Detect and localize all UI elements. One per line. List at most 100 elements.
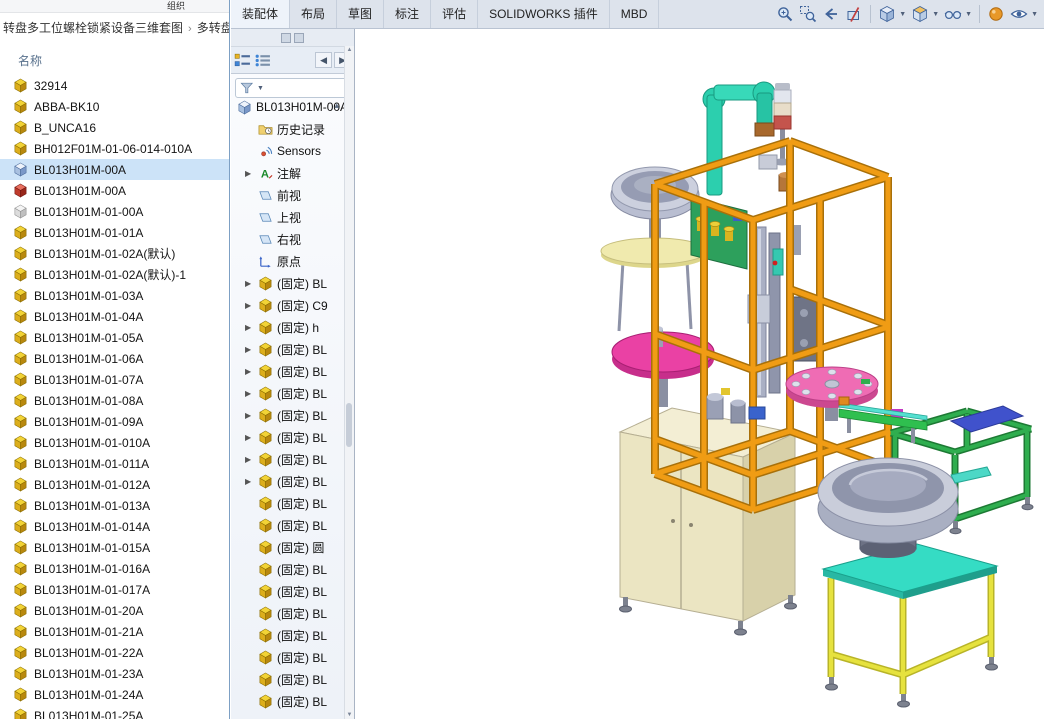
commandmanager-tab[interactable]: 布局 [290, 0, 337, 28]
feature-tree-item[interactable]: 右视 [231, 228, 345, 250]
organize-menu[interactable]: 组织 [167, 0, 185, 12]
scroll-up-icon[interactable]: ▲ [345, 47, 354, 53]
feature-tree-item[interactable]: ▶ (固定) BL [231, 448, 345, 470]
expand-arrow-icon[interactable]: ▶ [245, 169, 258, 178]
file-list-item[interactable]: BL013H01M-01-015A [0, 537, 229, 558]
expand-arrow-icon[interactable]: ▶ [245, 389, 258, 398]
expand-arrow-icon[interactable]: ▶ [245, 345, 258, 354]
feature-tree-item[interactable]: ▶ (固定) BL [231, 470, 345, 492]
commandmanager-tab[interactable]: SOLIDWORKS 插件 [478, 0, 610, 28]
file-list-item[interactable]: BL013H01M-00A [0, 180, 229, 201]
file-list-item[interactable]: BL013H01M-01-25A [0, 705, 229, 719]
file-list-item[interactable]: BH012F01M-01-06-014-010A [0, 138, 229, 159]
commandmanager-tab[interactable]: 标注 [384, 0, 431, 28]
file-list-item[interactable]: BL013H01M-01-22A [0, 642, 229, 663]
expand-arrow-icon[interactable]: ▶ [245, 411, 258, 420]
feature-tree-item[interactable]: (固定) BL [231, 580, 345, 602]
feature-tree-root[interactable]: BL013H01M-00A ▴ [231, 96, 345, 118]
previous-view-icon[interactable] [822, 5, 840, 23]
file-list-item[interactable]: BL013H01M-00A [0, 159, 229, 180]
feature-tree-item[interactable]: 上视 [231, 206, 345, 228]
feature-tree-item[interactable]: (固定) BL [231, 624, 345, 646]
file-list-item[interactable]: BL013H01M-01-016A [0, 558, 229, 579]
file-list-item[interactable]: BL013H01M-01-014A [0, 516, 229, 537]
feature-tree-item[interactable]: (固定) BL [231, 646, 345, 668]
feature-tree-item[interactable]: (固定) BL [231, 668, 345, 690]
feature-tree-item[interactable]: ▶ (固定) BL [231, 360, 345, 382]
feature-tree-item[interactable]: (固定) BL [231, 558, 345, 580]
feature-tree-item[interactable]: 原点 [231, 250, 345, 272]
feature-tree-item[interactable]: ▶ (固定) BL [231, 338, 345, 360]
commandmanager-tab[interactable]: 草图 [337, 0, 384, 28]
dropdown-arrow-icon[interactable]: ▼ [257, 85, 264, 92]
feature-tree-item[interactable]: (固定) 圆 [231, 536, 345, 558]
expand-arrow-icon[interactable]: ▶ [245, 433, 258, 442]
file-list-item[interactable]: ABBA-BK10 [0, 96, 229, 117]
display-style-icon[interactable] [911, 5, 929, 23]
file-list-item[interactable]: BL013H01M-01-09A [0, 411, 229, 432]
expand-arrow-icon[interactable]: ▶ [245, 279, 258, 288]
feature-tree-item[interactable]: ▶ (固定) BL [231, 272, 345, 294]
dropdown-arrow-icon[interactable]: ▼ [965, 11, 972, 18]
edit-appearance-icon[interactable] [987, 5, 1005, 23]
file-list-item[interactable]: BL013H01M-01-02A(默认) [0, 243, 229, 264]
dropdown-arrow-icon[interactable]: ▼ [1031, 11, 1038, 18]
view-orientation-icon[interactable] [878, 5, 896, 23]
feature-tree-item[interactable]: ▶ (固定) C9 [231, 294, 345, 316]
file-list-item[interactable]: 32914 [0, 75, 229, 96]
file-list-item[interactable]: BL013H01M-01-06A [0, 348, 229, 369]
graphics-viewport[interactable] [355, 29, 1044, 719]
toolbar-handle-icon[interactable] [281, 33, 291, 43]
tab-scroll-left-icon[interactable]: ◀ [315, 52, 332, 68]
large-bowl-feeder[interactable] [818, 458, 991, 543]
zoom-area-icon[interactable] [799, 5, 817, 23]
pneumatic-pipe[interactable] [703, 82, 775, 195]
collapse-chevron-icon[interactable]: ▴ [334, 100, 339, 111]
dropdown-arrow-icon[interactable]: ▼ [899, 11, 906, 18]
toolbar-handle-icon[interactable] [294, 33, 304, 43]
file-list-item[interactable]: BL013H01M-01-23A [0, 663, 229, 684]
hide-show-icon[interactable] [944, 5, 962, 23]
file-list-item[interactable]: BL013H01M-01-011A [0, 453, 229, 474]
feature-tree-item[interactable]: (固定) BL [231, 492, 345, 514]
breadcrumb-folder[interactable]: 转盘多工位螺栓锁紧设备三维套图 [3, 21, 183, 35]
file-list-item[interactable]: BL013H01M-01-017A [0, 579, 229, 600]
feature-tree-item[interactable]: 前视 [231, 184, 345, 206]
file-list-item[interactable]: BL013H01M-01-24A [0, 684, 229, 705]
scrollbar-thumb[interactable] [346, 403, 352, 447]
file-list-item[interactable]: B_UNCA16 [0, 117, 229, 138]
expand-arrow-icon[interactable]: ▶ [245, 477, 258, 486]
feature-tree-item[interactable]: (固定) BL [231, 690, 345, 712]
file-list-item[interactable]: BL013H01M-01-03A [0, 285, 229, 306]
commandmanager-tab[interactable]: 评估 [431, 0, 478, 28]
section-view-icon[interactable] [845, 5, 863, 23]
breadcrumb-subfolder[interactable]: 多转盘 [197, 21, 229, 35]
expand-arrow-icon[interactable]: ▶ [245, 323, 258, 332]
file-list-item[interactable]: BL013H01M-01-010A [0, 432, 229, 453]
file-list-item[interactable]: BL013H01M-01-07A [0, 369, 229, 390]
scroll-down-icon[interactable]: ▼ [345, 712, 354, 718]
breadcrumb[interactable]: 转盘多工位螺栓锁紧设备三维套图›多转盘 [0, 13, 229, 44]
file-list-item[interactable]: BL013H01M-01-04A [0, 306, 229, 327]
expand-arrow-icon[interactable]: ▶ [245, 367, 258, 376]
yellow-stand[interactable] [823, 544, 998, 707]
file-list-item[interactable]: BL013H01M-01-02A(默认)-1 [0, 264, 229, 285]
expand-arrow-icon[interactable]: ▶ [245, 301, 258, 310]
tree-scrollbar[interactable]: ▲ ▼ [344, 46, 354, 719]
zoom-fit-icon[interactable] [776, 5, 794, 23]
commandmanager-tab[interactable]: MBD [610, 0, 660, 28]
feature-tree-tab-icon[interactable] [234, 52, 251, 69]
feature-tree-item[interactable]: ▶ (固定) BL [231, 404, 345, 426]
commandmanager-tab[interactable]: 装配体 [231, 0, 290, 28]
dropdown-arrow-icon[interactable]: ▼ [932, 11, 939, 18]
file-list-item[interactable]: BL013H01M-01-08A [0, 390, 229, 411]
property-manager-tab-icon[interactable] [254, 52, 271, 69]
filter-input[interactable]: ▼ [235, 78, 350, 98]
column-header-name[interactable]: 名称 [0, 44, 229, 76]
expand-arrow-icon[interactable]: ▶ [245, 455, 258, 464]
file-list-item[interactable]: BL013H01M-01-013A [0, 495, 229, 516]
feature-tree-item[interactable]: (固定) BL [231, 514, 345, 536]
feature-tree-item[interactable]: ▶ (固定) h [231, 316, 345, 338]
view-settings-icon[interactable] [1010, 5, 1028, 23]
file-list-item[interactable]: BL013H01M-01-01A [0, 222, 229, 243]
